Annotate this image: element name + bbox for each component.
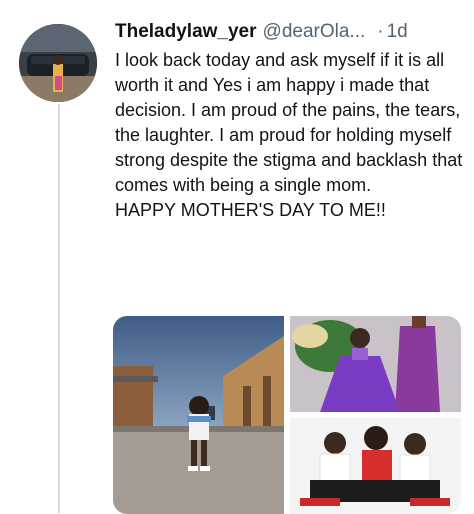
avatar[interactable] [19,24,97,102]
tweet-header: Theladylaw_yer @dearOla... · 1d [115,18,467,46]
family-group-photo[interactable] [290,418,461,514]
display-name[interactable]: Theladylaw_yer [115,18,257,46]
tweet-paragraph: I look back today and ask myself if it i… [115,50,463,195]
child-outdoors-photo[interactable] [113,316,284,514]
separator-dot: · [377,21,384,42]
tweet[interactable]: Theladylaw_yer @dearOla... · 1d I look b… [115,18,467,223]
tweet-paragraph: HAPPY MOTHER'S DAY TO ME!! [115,200,386,220]
media-grid [113,316,463,514]
thread-line [58,104,60,513]
user-handle[interactable]: @dearOla... [263,18,366,46]
tweet-text: I look back today and ask myself if it i… [115,48,467,223]
girl-purple-dress-photo[interactable] [290,316,461,412]
timestamp[interactable]: 1d [387,18,408,46]
